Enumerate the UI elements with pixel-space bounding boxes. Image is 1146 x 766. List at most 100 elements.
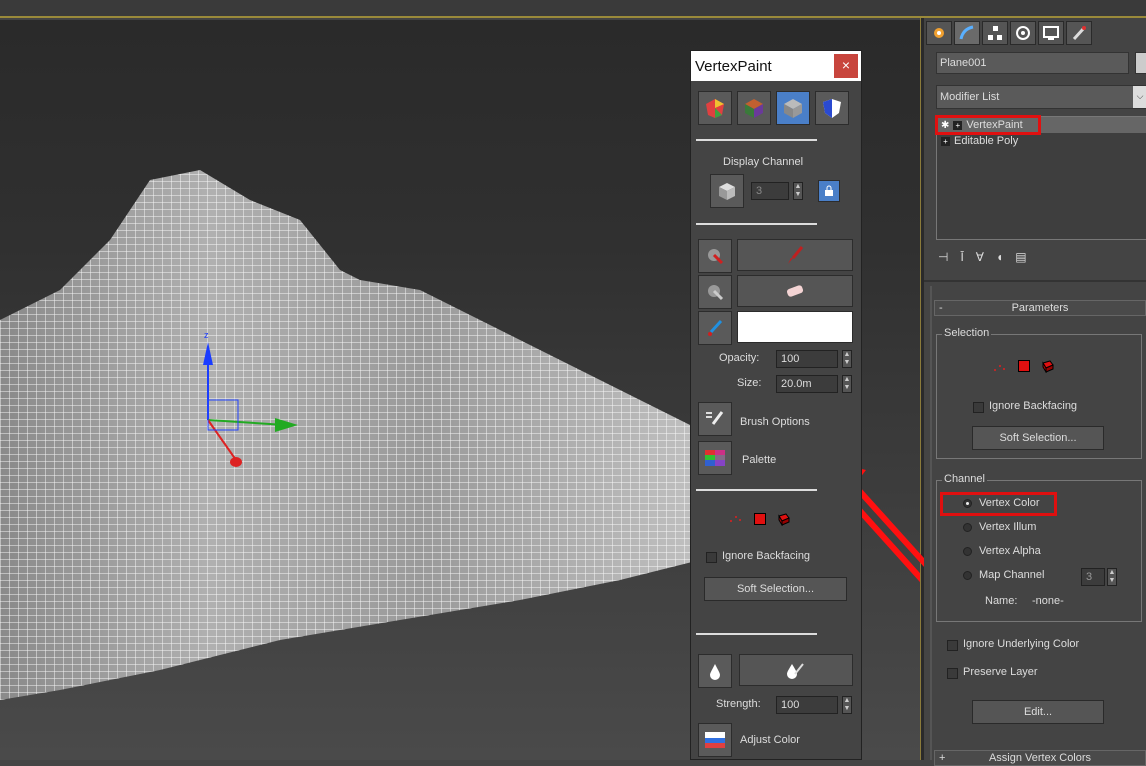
- paint-brush-button[interactable]: [737, 239, 853, 271]
- paint-mode-icon[interactable]: [698, 239, 732, 273]
- vertex-selection-icon[interactable]: [992, 361, 1006, 376]
- edit-button[interactable]: Edit...: [972, 700, 1104, 724]
- palette-label[interactable]: Palette: [742, 454, 776, 466]
- svg-text:z: z: [204, 330, 209, 340]
- brush-options-icon[interactable]: [698, 402, 732, 436]
- display-tab-icon[interactable]: [1038, 21, 1064, 45]
- display-disable-color-icon[interactable]: [776, 91, 810, 125]
- divider: [696, 489, 817, 491]
- divider: [696, 633, 817, 635]
- utilities-tab-icon[interactable]: [1066, 21, 1092, 45]
- lock-icon[interactable]: [818, 180, 840, 202]
- command-panel: Plane001 Modifier List ⌵ ✱ + VertexPaint…: [924, 18, 1146, 766]
- panel-border: [930, 286, 932, 760]
- face-selection-icon[interactable]: [754, 513, 766, 525]
- parameters-title: Parameters: [1011, 302, 1069, 314]
- divider: [696, 139, 817, 141]
- opacity-label: Opacity:: [719, 352, 760, 364]
- eyedropper-icon[interactable]: [698, 311, 732, 345]
- eraser-button[interactable]: [737, 275, 853, 307]
- element-selection-icon[interactable]: [1040, 359, 1054, 376]
- show-end-result-icon[interactable]: Ī: [960, 250, 963, 264]
- modifier-stack-item[interactable]: + Editable Poly: [937, 133, 1146, 149]
- selection-group-title: Selection: [942, 327, 992, 339]
- strength-spinner[interactable]: ▲ ▼: [842, 696, 852, 714]
- strength-input[interactable]: 100: [776, 696, 838, 714]
- motion-tab-icon[interactable]: [1010, 21, 1036, 45]
- close-button[interactable]: ×: [834, 54, 858, 78]
- display-channel-input[interactable]: 3: [751, 182, 789, 200]
- paint-color-swatch[interactable]: [737, 311, 853, 343]
- ignore-backfacing-checkbox[interactable]: [973, 402, 984, 413]
- ignore-underlying-label: Ignore Underlying Color: [963, 638, 1080, 650]
- hierarchy-tab-icon[interactable]: [982, 21, 1008, 45]
- vertexpaint-dialog: VertexPaint × Display Channel 3 ▲ ▼ Opaci…: [690, 50, 862, 760]
- expand-icon: +: [939, 752, 946, 764]
- ignore-underlying-checkbox[interactable]: [947, 640, 958, 651]
- top-toolbar: [0, 0, 1146, 18]
- brush-options-label[interactable]: Brush Options: [740, 416, 810, 428]
- dialog-title-bar[interactable]: VertexPaint ×: [691, 51, 861, 81]
- preserve-layer-checkbox[interactable]: [947, 668, 958, 679]
- modifier-label: Editable Poly: [954, 135, 1019, 147]
- collapse-icon: -: [939, 302, 943, 314]
- size-label: Size:: [737, 377, 762, 389]
- display-channel-spinner[interactable]: ▲ ▼: [793, 182, 803, 200]
- assign-vertex-colors-title: Assign Vertex Colors: [988, 752, 1092, 764]
- display-vertex-color-icon[interactable]: [698, 91, 732, 125]
- map-channel-radio[interactable]: [963, 571, 972, 580]
- ignore-backfacing-label: Ignore Backfacing: [722, 550, 811, 562]
- display-shield-icon[interactable]: [815, 91, 849, 125]
- channel-cube-icon[interactable]: [710, 174, 744, 208]
- display-shaded-icon[interactable]: [737, 91, 771, 125]
- remove-modifier-icon[interactable]: ◖: [996, 250, 1003, 264]
- palette-icon[interactable]: [698, 441, 732, 475]
- create-tab-icon[interactable]: [926, 21, 952, 45]
- ignore-backfacing-checkbox[interactable]: [706, 552, 717, 563]
- soft-selection-button[interactable]: Soft Selection...: [972, 426, 1104, 450]
- map-channel-label: Map Channel: [979, 569, 1045, 581]
- divider: [924, 280, 1146, 282]
- assign-vertex-colors-rollout-header[interactable]: + Assign Vertex Colors: [934, 750, 1146, 766]
- size-input[interactable]: 20.0m: [776, 375, 838, 393]
- drop-icon[interactable]: [698, 654, 732, 688]
- channel-group-title: Channel: [942, 473, 987, 485]
- divider: [696, 223, 817, 225]
- parameters-rollout-header[interactable]: - Parameters: [934, 300, 1146, 316]
- display-channel-label: Display Channel: [723, 156, 804, 168]
- opacity-input[interactable]: 100: [776, 350, 838, 368]
- pin-stack-icon[interactable]: ⊣: [938, 250, 948, 264]
- vertex-illum-label: Vertex Illum: [979, 521, 1037, 533]
- vertex-alpha-label: Vertex Alpha: [979, 545, 1041, 557]
- adjust-color-label[interactable]: Adjust Color: [740, 734, 800, 746]
- object-color-swatch[interactable]: [1135, 52, 1146, 74]
- opacity-spinner[interactable]: ▲ ▼: [842, 350, 852, 368]
- highlight-box: [940, 492, 1057, 516]
- modifier-list-dropdown[interactable]: Modifier List ⌵: [936, 85, 1146, 109]
- vertex-alpha-radio[interactable]: [963, 547, 972, 556]
- make-unique-icon[interactable]: ∀: [976, 250, 984, 264]
- adjust-color-icon[interactable]: [698, 723, 732, 757]
- soft-selection-button[interactable]: Soft Selection...: [704, 577, 847, 601]
- preserve-layer-label: Preserve Layer: [963, 666, 1038, 678]
- map-channel-input[interactable]: 3: [1081, 568, 1105, 586]
- vertex-selection-icon[interactable]: [728, 512, 742, 527]
- stack-toolbar: ⊣ Ī ∀ ◖ ▤: [938, 250, 1027, 264]
- ignore-backfacing-label: Ignore Backfacing: [989, 400, 1078, 412]
- erase-mode-icon[interactable]: [698, 275, 732, 309]
- object-name-field[interactable]: Plane001: [936, 52, 1129, 74]
- face-selection-icon[interactable]: [1018, 360, 1030, 372]
- element-selection-icon[interactable]: [776, 512, 790, 529]
- dialog-title: VertexPaint: [695, 58, 772, 75]
- modify-tab-icon[interactable]: [954, 21, 980, 45]
- expand-icon[interactable]: +: [941, 136, 950, 146]
- name-label: Name:: [985, 595, 1018, 607]
- blur-brush-button[interactable]: [739, 654, 853, 686]
- vertex-illum-radio[interactable]: [963, 523, 972, 532]
- name-value: -none-: [1032, 595, 1064, 607]
- map-channel-spinner[interactable]: ▲ ▼: [1107, 568, 1117, 586]
- configure-sets-icon[interactable]: ▤: [1015, 250, 1026, 264]
- strength-label: Strength:: [716, 698, 761, 710]
- highlight-box: [935, 115, 1041, 135]
- size-spinner[interactable]: ▲ ▼: [842, 375, 852, 393]
